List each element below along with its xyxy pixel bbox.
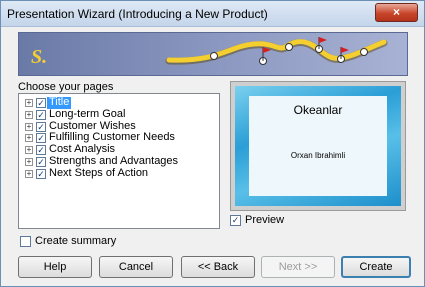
preview-checkbox[interactable]: ✓ Preview [230, 214, 284, 226]
close-button[interactable]: × [375, 3, 418, 22]
checkbox-checked-icon[interactable]: ✓ [230, 214, 241, 226]
slide-preview: Okeanlar Orxan Ibrahimli [230, 81, 406, 211]
back-button[interactable]: << Back [181, 256, 255, 278]
step-dot [285, 43, 293, 51]
choose-pages-label: Choose your pages [18, 81, 114, 93]
checkbox-checked-icon[interactable]: ✓ [36, 133, 46, 144]
tree-item-next-steps-of-action[interactable]: + ✓ Next Steps of Action [19, 166, 219, 180]
wizard-logo: S. [31, 46, 47, 68]
wizard-window: Presentation Wizard (Introducing a New P… [0, 0, 425, 287]
expand-icon[interactable]: + [25, 110, 33, 119]
slide-background: Okeanlar Orxan Ibrahimli [235, 86, 401, 206]
expand-icon[interactable]: + [25, 122, 33, 131]
expand-icon[interactable]: + [25, 157, 33, 166]
progress-track-graphic: S. [31, 37, 388, 68]
window-title: Presentation Wizard (Introducing a New P… [7, 7, 268, 21]
expand-icon[interactable]: + [25, 134, 33, 143]
preview-checkbox-label: Preview [245, 214, 285, 226]
tree-item-long-term-goal[interactable]: + ✓ Long-term Goal [19, 107, 219, 121]
checkbox-checked-icon[interactable]: ✓ [36, 145, 46, 156]
expand-icon[interactable]: + [25, 169, 33, 178]
slide-content: Okeanlar Orxan Ibrahimli [249, 96, 387, 196]
next-button[interactable]: Next >> [261, 256, 335, 278]
expand-icon[interactable]: + [25, 146, 33, 155]
checkbox-unchecked-icon[interactable] [20, 235, 31, 247]
wizard-banner: S. [18, 32, 408, 76]
pages-tree[interactable]: + ✓ Title + ✓ Long-term Goal + ✓ Custome… [18, 93, 220, 229]
checkbox-checked-icon[interactable]: ✓ [36, 156, 46, 167]
checkbox-checked-icon[interactable]: ✓ [36, 121, 46, 132]
slide-title: Okeanlar [293, 103, 343, 117]
close-icon: × [392, 5, 400, 19]
tree-item-strengths-and-advantages[interactable]: + ✓ Strengths and Advantages [19, 154, 219, 168]
tree-item-label: Strengths and Advantages [49, 154, 179, 167]
slide-subtitle: Orxan Ibrahimli [290, 151, 346, 160]
expand-icon[interactable]: + [25, 99, 33, 107]
tree-item-label: Long-term Goal [49, 107, 126, 120]
tree-item-label: Next Steps of Action [49, 166, 149, 179]
step-dot [360, 48, 368, 56]
step-dot [210, 52, 218, 60]
create-summary-checkbox[interactable]: Create summary [20, 235, 116, 247]
checkbox-checked-icon[interactable]: ✓ [36, 98, 46, 108]
help-button[interactable]: Help [18, 256, 92, 278]
button-row: Help Cancel << Back Next >> Create [1, 256, 424, 281]
checkbox-checked-icon[interactable]: ✓ [36, 168, 46, 179]
checkbox-checked-icon[interactable]: ✓ [36, 109, 46, 120]
title-bar: Presentation Wizard (Introducing a New P… [1, 1, 424, 27]
create-summary-label: Create summary [35, 235, 117, 247]
create-button[interactable]: Create [341, 256, 411, 278]
cancel-button[interactable]: Cancel [99, 256, 173, 278]
